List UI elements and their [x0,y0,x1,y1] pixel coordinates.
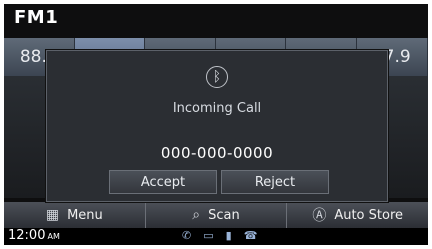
clock: 12:00 AM [8,228,60,243]
auto-store-icon: Ⓐ [312,208,327,224]
incoming-call-dialog: ᛒ Incoming Call 000-000-0000 Accept Reje… [46,50,388,202]
reject-button[interactable]: Reject [221,170,329,194]
head-unit-frame: FM1 88.1 90.1 98.1 104.1 107.9 87.9 ▦ Me… [0,0,432,249]
bottom-menu-bar: ▦ Menu ⌕ Scan Ⓐ Auto Store [4,202,428,228]
bluetooth-icon: ᛒ [206,66,228,88]
signal-icon: ▮ [225,229,232,242]
scan-label: Scan [208,207,240,223]
clock-ampm: AM [47,232,60,241]
auto-store-label: Auto Store [334,207,404,223]
incoming-call-title: Incoming Call [172,101,262,116]
menu-label: Menu [67,207,103,223]
battery-icon: ▭ [203,229,214,242]
menu-button[interactable]: ▦ Menu [4,202,146,228]
auto-store-button[interactable]: Ⓐ Auto Store [287,202,428,228]
status-bar: 12:00 AM ✆ ▭ ▮ ☎ [4,228,428,245]
clock-time: 12:00 [8,228,46,243]
scan-button[interactable]: ⌕ Scan [146,202,288,228]
radio-screen: FM1 88.1 90.1 98.1 104.1 107.9 87.9 ▦ Me… [4,4,428,245]
call-icon: ☎ [243,229,258,242]
band-title: FM1 [14,7,59,28]
caller-number: 000-000-0000 [160,144,274,162]
bluetooth-phone-icon: ✆ [182,229,192,242]
call-actions: Accept Reject [109,170,329,194]
scan-search-icon: ⌕ [192,207,201,223]
status-icons: ✆ ▭ ▮ ☎ [182,229,257,242]
grid-menu-icon: ▦ [45,207,60,223]
accept-button[interactable]: Accept [109,170,217,194]
